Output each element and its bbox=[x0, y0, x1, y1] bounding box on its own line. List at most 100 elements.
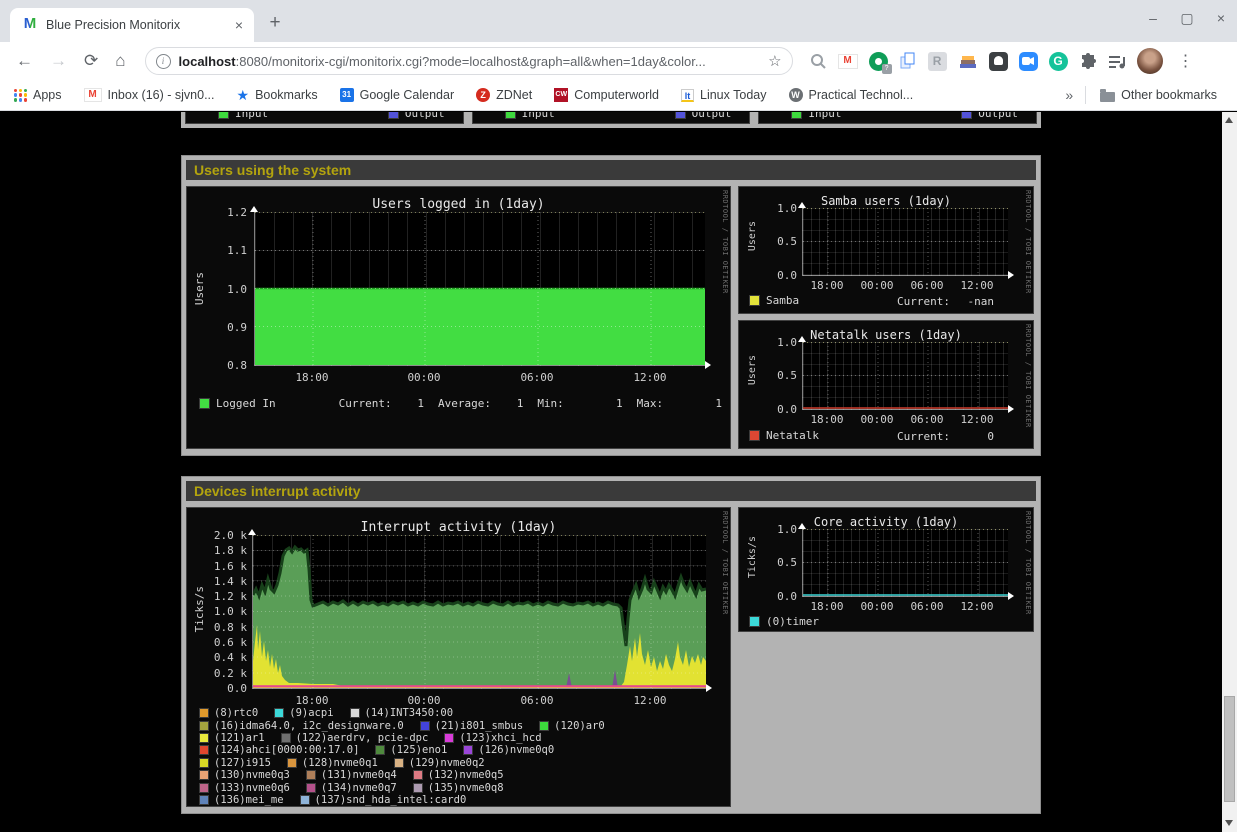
users-section: Users using the system Users logged in (… bbox=[181, 155, 1041, 456]
tick: 06:00 bbox=[907, 413, 947, 426]
new-tab-button[interactable]: + bbox=[262, 11, 288, 37]
copy-pages-extension-icon[interactable] bbox=[899, 52, 917, 70]
tick: 1.1 bbox=[205, 244, 247, 257]
bookmarks-overflow-icon[interactable]: » bbox=[1065, 87, 1073, 103]
tick: 0.0 bbox=[205, 682, 247, 695]
bookmark-practical-technology[interactable]: W Practical Technol... bbox=[789, 88, 914, 102]
netatalk-users-graph[interactable]: Netatalk users (1day) RRDTOOL / TOBI OET… bbox=[738, 320, 1034, 449]
stat-label: Current: bbox=[897, 295, 950, 308]
grammarly-extension-icon[interactable]: G bbox=[1049, 52, 1068, 71]
samba-users-graph[interactable]: Samba users (1day) RRDTOOL / TOBI OETIKE… bbox=[738, 186, 1034, 314]
chart-title: Interrupt activity (1day) bbox=[187, 520, 730, 535]
tick: 1.2 k bbox=[205, 590, 247, 603]
minimize-icon[interactable]: – bbox=[1145, 10, 1161, 27]
legend-label: (127)i915 bbox=[214, 757, 271, 769]
browser-menu-icon[interactable]: ⋮ bbox=[1178, 51, 1194, 71]
tick: 00:00 bbox=[857, 279, 897, 292]
bookmark-computerworld[interactable]: CW Computerworld bbox=[554, 88, 659, 102]
tick: 0.2 k bbox=[205, 667, 247, 680]
extension-bar: M ? R G ⋮ bbox=[809, 48, 1194, 74]
bookmark-inbox[interactable]: M Inbox (16) - sjvn0... bbox=[84, 88, 215, 102]
reload-icon[interactable]: ⟳ bbox=[84, 51, 98, 71]
url-text: localhost:8080/monitorix-cgi/monitorix.c… bbox=[179, 54, 761, 69]
legend-label: (9)acpi bbox=[289, 707, 333, 719]
window-close-icon[interactable]: × bbox=[1213, 10, 1229, 27]
stat-value: -nan bbox=[952, 295, 994, 308]
network-graph-partial[interactable]: Input Output bbox=[472, 112, 751, 124]
stat-label: Min: bbox=[537, 397, 564, 410]
bookmark-linux-today[interactable]: lt Linux Today bbox=[681, 88, 767, 102]
tick: 2.0 k bbox=[205, 529, 247, 542]
home-icon[interactable]: ⌂ bbox=[115, 51, 125, 71]
address-bar[interactable]: i localhost:8080/monitorix-cgi/monitorix… bbox=[145, 47, 793, 75]
keep-extension-icon[interactable] bbox=[989, 52, 1008, 71]
page-scrollbar[interactable] bbox=[1222, 112, 1237, 832]
tick: 1.0 bbox=[759, 523, 797, 536]
zdnet-icon: Z bbox=[476, 88, 490, 102]
scrollbar-thumb[interactable] bbox=[1224, 696, 1235, 802]
tab-title: Blue Precision Monitorix bbox=[46, 18, 232, 32]
plot-area bbox=[802, 529, 1008, 597]
books-extension-icon[interactable] bbox=[958, 52, 978, 70]
r-extension-icon[interactable]: R bbox=[928, 52, 947, 71]
tick: 0.4 k bbox=[205, 651, 247, 664]
tick: 1.6 k bbox=[205, 560, 247, 573]
legend-label: Output bbox=[405, 112, 445, 120]
scroll-down-icon[interactable] bbox=[1225, 820, 1233, 826]
tick: 0.5 bbox=[759, 556, 797, 569]
other-bookmarks[interactable]: Other bookmarks bbox=[1100, 88, 1217, 102]
stat-label: Current: bbox=[339, 397, 392, 410]
legend-swatch bbox=[413, 770, 423, 780]
stat-label: Current: bbox=[897, 430, 950, 443]
gmail-extension-icon[interactable]: M bbox=[838, 54, 858, 69]
bookmark-label: ZDNet bbox=[496, 88, 532, 102]
extensions-puzzle-icon[interactable] bbox=[1079, 52, 1097, 70]
bookmark-label: Other bookmarks bbox=[1121, 88, 1217, 102]
legend-label: (16)idma64.0, i2c_designware.0 bbox=[214, 720, 404, 732]
rrdtool-credit: RRDTOOL / TOBI OETIKER bbox=[1024, 324, 1032, 428]
tab-close-icon[interactable]: × bbox=[232, 17, 246, 33]
maximize-icon[interactable]: ▢ bbox=[1179, 10, 1195, 27]
bookmark-apps[interactable]: Apps bbox=[14, 88, 62, 102]
y-axis-label: Users bbox=[747, 355, 758, 385]
svg-text:M: M bbox=[24, 15, 37, 31]
tick: 06:00 bbox=[907, 600, 947, 613]
interrupt-activity-graph[interactable]: Interrupt activity (1day) RRDTOOL / TOBI… bbox=[186, 507, 731, 807]
bookmark-bookmarks[interactable]: ★ Bookmarks bbox=[237, 87, 318, 104]
tick: 12:00 bbox=[957, 413, 997, 426]
chart-legend: Netatalk bbox=[749, 429, 819, 442]
bookmark-zdnet[interactable]: Z ZDNet bbox=[476, 88, 532, 102]
y-axis-arrow-icon bbox=[250, 206, 258, 212]
network-graph-partial[interactable]: Input Output bbox=[185, 112, 464, 124]
core-activity-graph[interactable]: Core activity (1day) RRDTOOL / TOBI OETI… bbox=[738, 507, 1034, 632]
legend-swatch bbox=[444, 733, 454, 743]
legend-swatch bbox=[749, 430, 760, 441]
profile-avatar[interactable] bbox=[1137, 48, 1163, 74]
back-icon[interactable]: ← bbox=[16, 51, 33, 71]
network-graph-partial[interactable]: Input Output bbox=[758, 112, 1037, 124]
forward-icon[interactable]: → bbox=[50, 51, 67, 71]
bookmark-star-icon[interactable]: ☆ bbox=[768, 52, 781, 70]
legend-label: Input bbox=[235, 112, 268, 120]
search-icon[interactable] bbox=[809, 52, 827, 70]
legend-swatch bbox=[199, 795, 209, 805]
legend-swatch bbox=[199, 745, 209, 755]
y-axis-arrow-icon bbox=[798, 336, 806, 342]
legend-swatch bbox=[199, 708, 209, 718]
bookmark-google-calendar[interactable]: 31 Google Calendar bbox=[340, 88, 455, 102]
users-logged-in-graph[interactable]: Users logged in (1day) RRDTOOL / TOBI OE… bbox=[186, 186, 731, 449]
tick: 0.8 bbox=[205, 359, 247, 372]
legend-label: (131)nvme0q4 bbox=[321, 769, 397, 781]
playlist-extension-icon[interactable] bbox=[1108, 54, 1126, 69]
chart-legend: Samba bbox=[749, 294, 799, 307]
stat-label: Average: bbox=[438, 397, 491, 410]
zoom-extension-icon[interactable] bbox=[1019, 52, 1038, 71]
legend-label: Netatalk bbox=[766, 429, 819, 442]
page-info-icon[interactable]: i bbox=[156, 54, 171, 69]
scroll-up-icon[interactable] bbox=[1225, 117, 1233, 123]
browser-tab[interactable]: M Blue Precision Monitorix × bbox=[10, 8, 254, 42]
legend-label: (8)rtc0 bbox=[214, 707, 258, 719]
legend-label: (135)nvme0q8 bbox=[428, 782, 504, 794]
google-voice-extension-icon[interactable]: ? bbox=[869, 52, 888, 71]
rrdtool-credit: RRDTOOL / TOBI OETIKER bbox=[1024, 511, 1032, 615]
